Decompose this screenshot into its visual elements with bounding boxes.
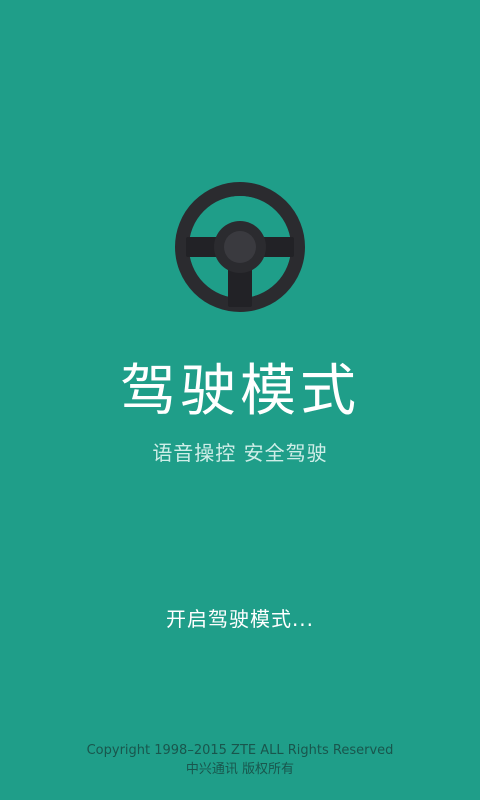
footer: Copyright 1998–2015 ZTE ALL Rights Reser…	[0, 741, 480, 779]
status-text: 开启驾驶模式...	[165, 607, 315, 631]
steering-wheel-icon	[174, 181, 306, 313]
page-title: 驾驶模式	[120, 359, 360, 424]
subtitle: 语音操控 安全驾驶	[152, 441, 328, 465]
rights-text: 中兴通讯 版权所有	[185, 762, 295, 777]
copyright-text: Copyright 1998–2015 ZTE ALL Rights Reser…	[86, 743, 394, 758]
splash-screen: 驾驶模式 语音操控 安全驾驶 开启驾驶模式... Copyright 1998–…	[0, 0, 480, 800]
